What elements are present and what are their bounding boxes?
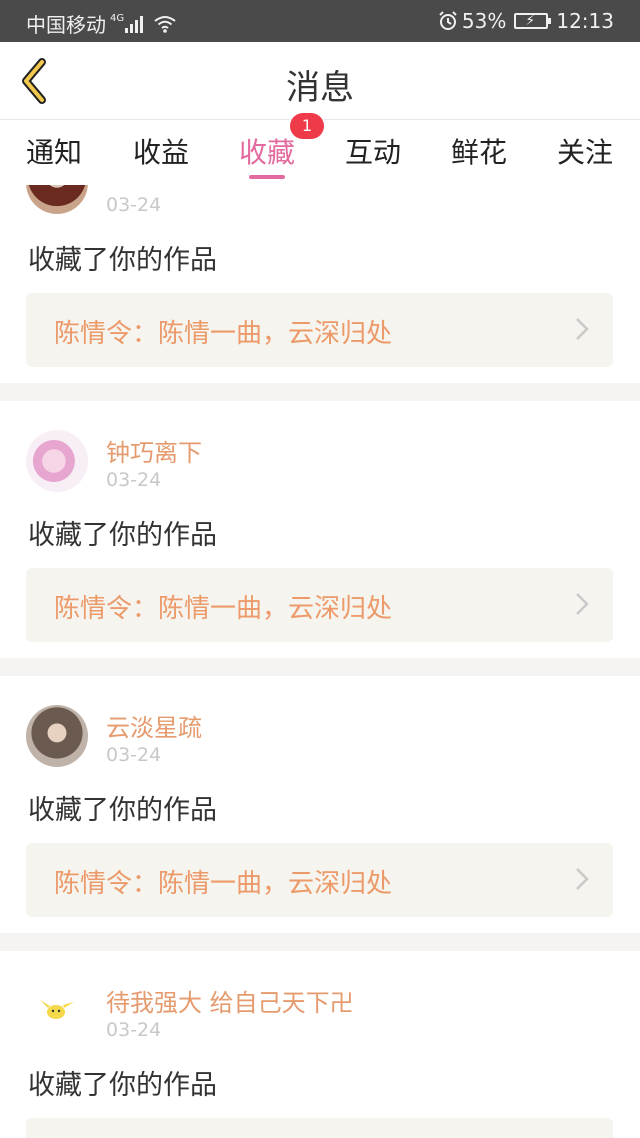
list-item: 03-24 收藏了你的作品 陈情令：陈情一曲，云深归处: [0, 185, 640, 383]
item-action: 收藏了你的作品: [28, 795, 217, 826]
status-bar: 中国移动 4G 53% ⚡ 12:13: [0, 0, 640, 42]
work-link[interactable]: 陈情令：陈情一曲，云深归处: [26, 843, 613, 917]
divider: [0, 383, 640, 401]
item-username[interactable]: 钟巧离下: [106, 433, 202, 468]
battery-icon: ⚡: [514, 13, 552, 29]
signal-icon: [125, 15, 145, 33]
list-item: 待我强大 给自己天下卍 03-24 收藏了你的作品: [0, 951, 640, 1138]
tab-favorites-label: 收藏: [238, 136, 295, 169]
item-username[interactable]: 待我强大 给自己天下卍: [106, 983, 354, 1018]
pikachu-icon: [40, 1000, 74, 1019]
alarm-icon: [439, 11, 457, 30]
status-left: 中国移动 4G: [26, 9, 177, 38]
tab-interactions[interactable]: 互动: [320, 131, 426, 171]
work-title: 陈情令：陈情一曲，云深归处: [54, 869, 393, 899]
list-item: 钟巧离下 03-24 收藏了你的作品 陈情令：陈情一曲，云深归处: [0, 401, 640, 658]
chevron-right-icon: [576, 318, 589, 340]
chevron-right-icon: [576, 868, 589, 890]
divider: [0, 658, 640, 676]
network-type: 4G: [110, 13, 125, 24]
tab-following[interactable]: 关注: [532, 131, 638, 171]
chevron-right-icon: [576, 593, 589, 615]
avatar[interactable]: [26, 705, 88, 767]
avatar[interactable]: [26, 185, 88, 214]
unread-badge: 1: [290, 113, 324, 139]
favorites-feed[interactable]: 03-24 收藏了你的作品 陈情令：陈情一曲，云深归处 钟巧离下 03-24 收…: [0, 185, 640, 1138]
status-right: 53% ⚡ 12:13: [438, 9, 614, 33]
wifi-icon: [154, 15, 176, 33]
nav-bar: 消息: [0, 42, 640, 120]
item-action: 收藏了你的作品: [28, 1070, 217, 1101]
work-link[interactable]: 陈情令：陈情一曲，云深归处: [26, 293, 613, 367]
item-time: 03-24: [106, 1019, 162, 1041]
item-time: 03-24: [106, 194, 162, 216]
page-title: 消息: [286, 68, 354, 108]
carrier-label: 中国移动: [26, 13, 106, 37]
work-title: 陈情令：陈情一曲，云深归处: [54, 594, 393, 624]
item-action: 收藏了你的作品: [28, 520, 217, 551]
item-username[interactable]: 云淡星疏: [106, 708, 202, 743]
divider: [0, 933, 640, 951]
active-tab-indicator: [249, 175, 285, 179]
tab-bar: 通知 收益 收藏 1 互动 鲜花 关注: [0, 113, 640, 185]
list-item: 云淡星疏 03-24 收藏了你的作品 陈情令：陈情一曲，云深归处: [0, 676, 640, 933]
tab-flowers[interactable]: 鲜花: [426, 131, 532, 171]
work-link[interactable]: [26, 1118, 613, 1138]
item-time: 03-24: [106, 744, 162, 766]
clock: 12:13: [556, 9, 614, 33]
work-title: 陈情令：陈情一曲，云深归处: [54, 319, 393, 349]
item-action: 收藏了你的作品: [28, 245, 217, 276]
avatar[interactable]: [26, 980, 88, 1042]
battery-percent: 53%: [461, 9, 507, 33]
avatar[interactable]: [26, 430, 88, 492]
work-link[interactable]: 陈情令：陈情一曲，云深归处: [26, 568, 613, 642]
item-time: 03-24: [106, 469, 162, 491]
tab-earnings[interactable]: 收益: [108, 131, 214, 171]
tab-notifications[interactable]: 通知: [1, 131, 107, 171]
